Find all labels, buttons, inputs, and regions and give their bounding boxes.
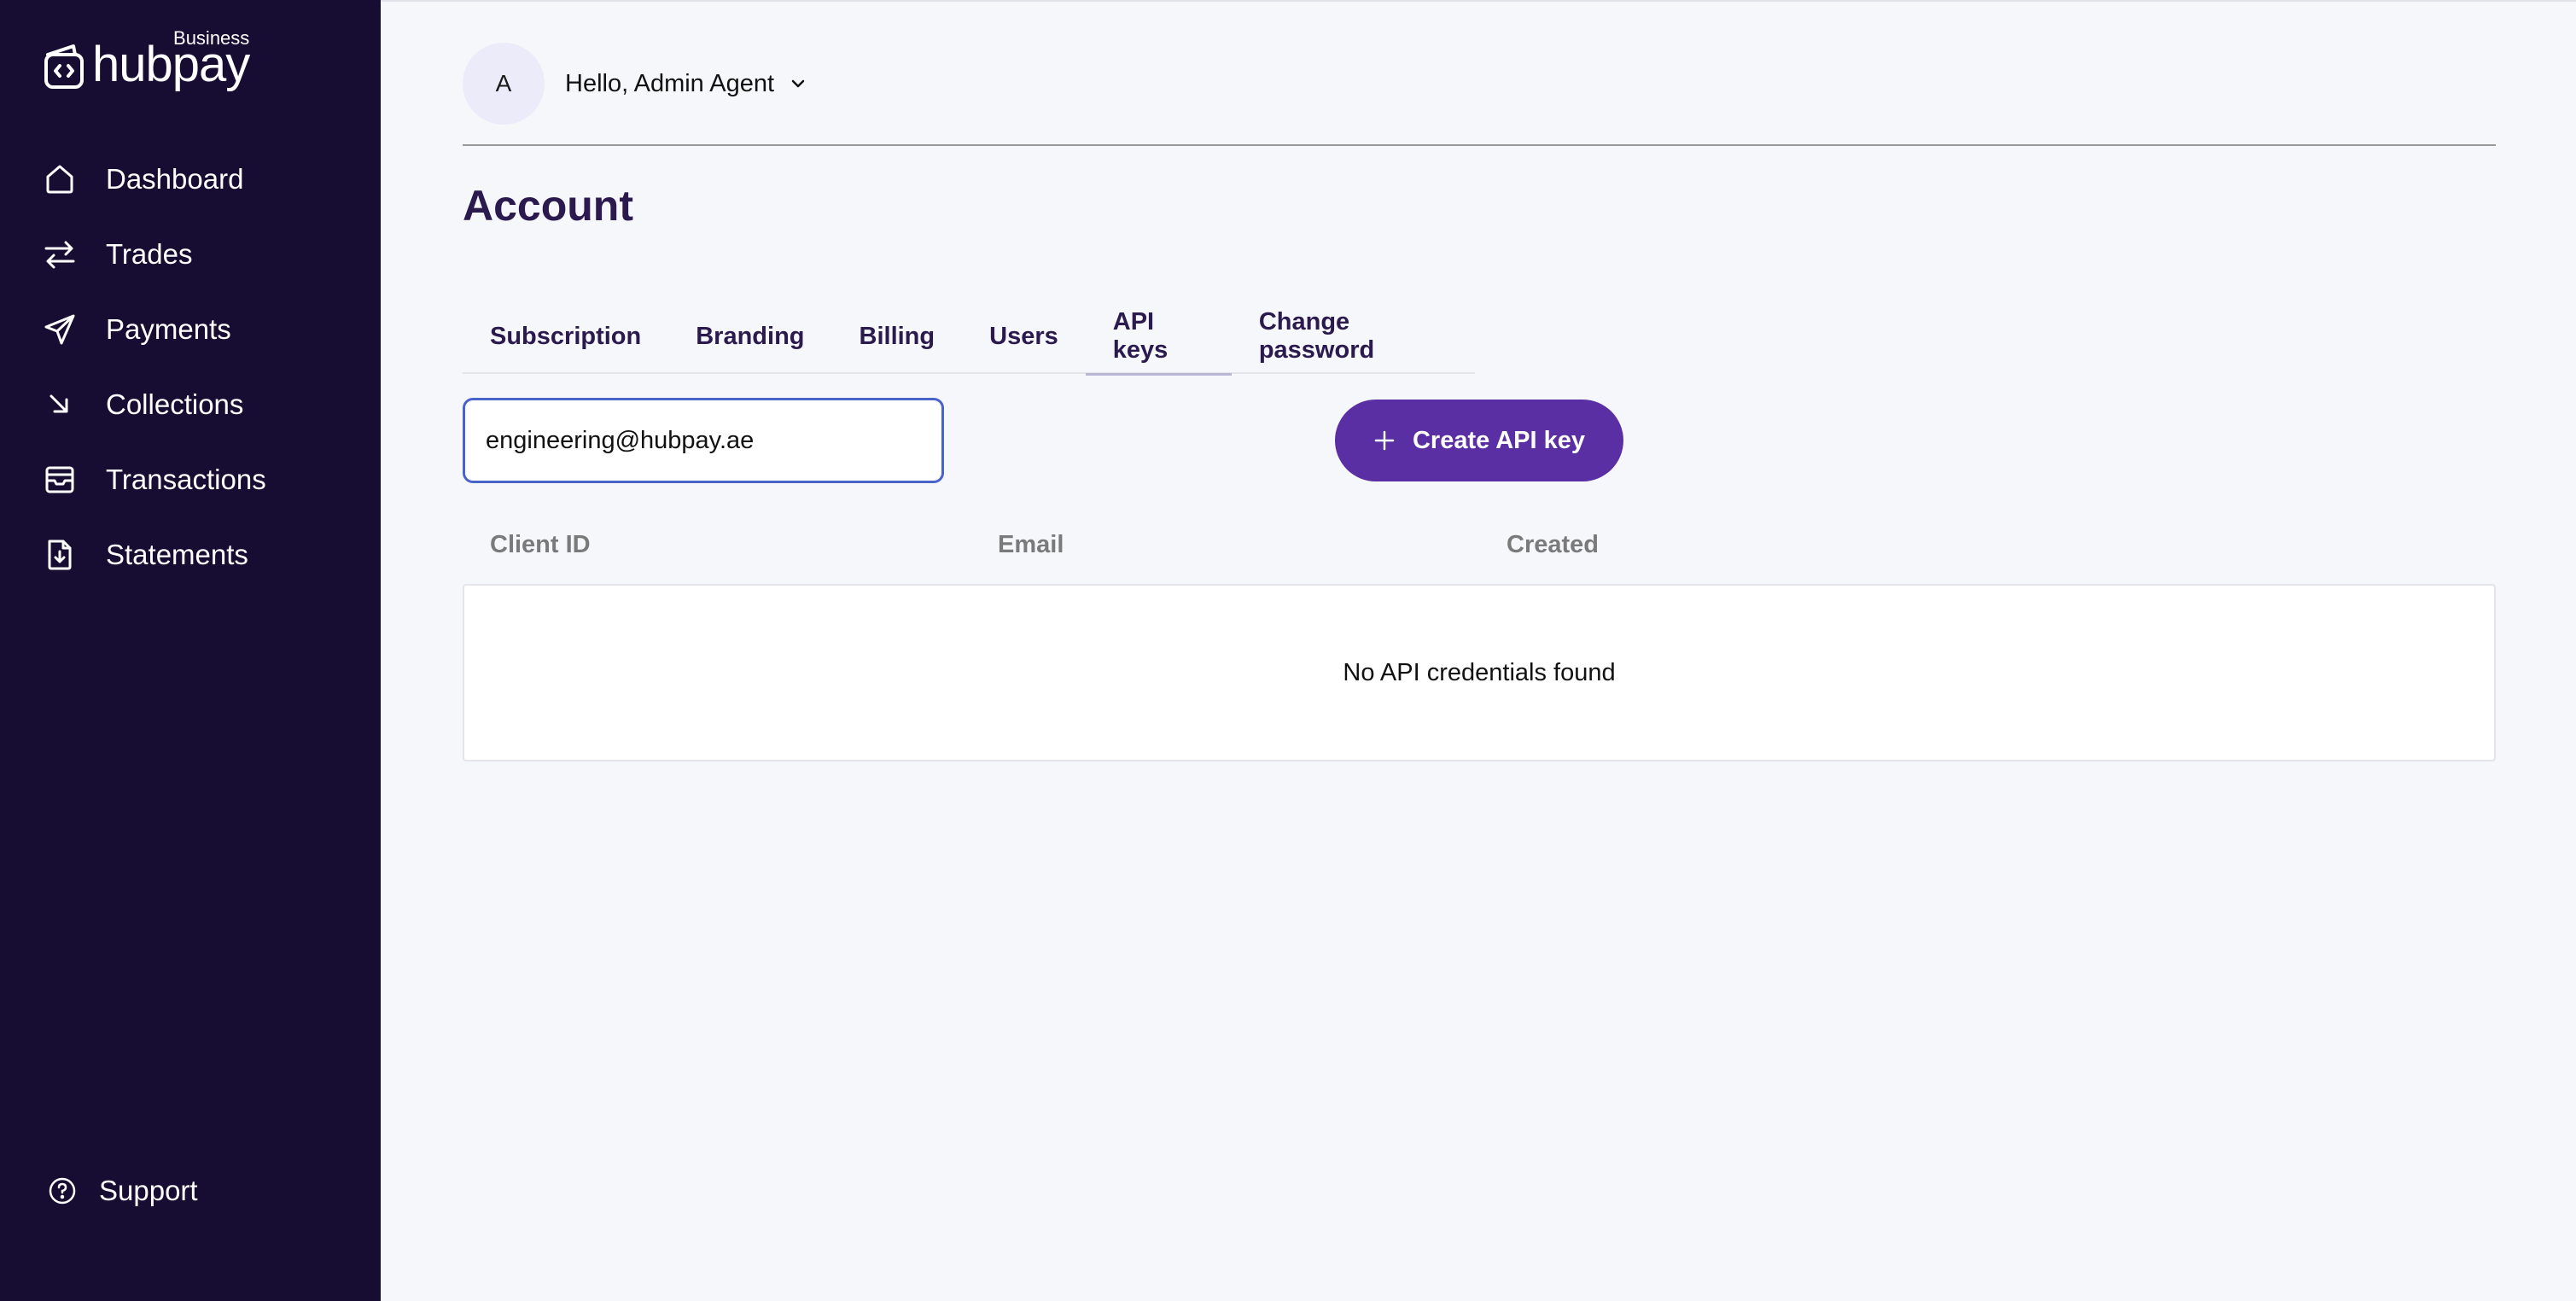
create-api-key-label: Create API key [1412,426,1586,454]
swap-arrows-icon [44,241,75,269]
wallet-logo-icon [44,44,84,89]
brand-tag: Business [173,27,250,49]
avatar: A [463,43,545,125]
account-tabs: Subscription Branding Billing Users API … [463,299,1475,376]
column-header-created: Created [1507,531,1599,558]
support-label: Support [99,1175,198,1206]
sidebar-item-label: Collections [106,388,244,420]
user-greeting: Hello, Admin Agent [565,69,775,97]
tab-users[interactable]: Users [962,299,1086,374]
hubpay-logo[interactable]: hubpay Business [43,29,250,90]
sidebar-item-payments[interactable]: Payments [0,292,381,367]
home-icon [46,165,73,194]
tab-change-password[interactable]: Change password [1232,299,1475,374]
brand-name: hubpay Business [92,29,250,90]
header-divider [463,144,2496,146]
tab-billing[interactable]: Billing [832,299,963,374]
plus-icon [1374,430,1395,451]
sidebar-item-statements[interactable]: Statements [0,517,381,592]
sidebar-item-label: Statements [106,539,248,570]
sidebar: hubpay Business Dashboard Trades Payment… [0,0,381,1301]
api-keys-table: No API credentials found [463,584,2496,761]
main-content: A Hello, Admin Agent Account Subscriptio… [381,0,2576,1301]
column-header-client-id: Client ID [490,531,591,558]
sidebar-item-label: Payments [106,313,231,345]
sidebar-item-label: Dashboard [106,163,244,195]
avatar-initial: A [495,70,512,96]
sidebar-item-label: Trades [106,238,193,270]
email-field[interactable] [463,398,944,483]
top-border [381,0,2576,2]
tab-api-keys[interactable]: API keys [1085,299,1232,376]
tab-subscription[interactable]: Subscription [463,299,668,374]
inbox-icon [45,466,74,493]
arrow-down-right-icon [50,394,68,413]
chevron-down-icon [791,79,805,88]
sidebar-item-trades[interactable]: Trades [0,217,381,292]
tab-branding[interactable]: Branding [668,299,831,374]
send-icon [44,314,75,345]
sidebar-item-transactions[interactable]: Transactions [0,442,381,517]
sidebar-item-label: Transactions [106,464,266,495]
sidebar-item-dashboard[interactable]: Dashboard [0,142,381,217]
column-header-email: Email [998,531,1064,558]
file-download-icon [48,540,72,570]
sidebar-item-collections[interactable]: Collections [0,367,381,442]
support-link[interactable]: Support [48,1175,198,1207]
user-menu[interactable]: A Hello, Admin Agent [463,43,808,125]
help-circle-icon [49,1177,76,1205]
page-title: Account [463,182,633,230]
empty-state-message: No API credentials found [1343,658,1616,686]
sidebar-nav: Dashboard Trades Payments Collections Tr… [0,142,381,592]
create-api-key-button[interactable]: Create API key [1335,400,1623,481]
